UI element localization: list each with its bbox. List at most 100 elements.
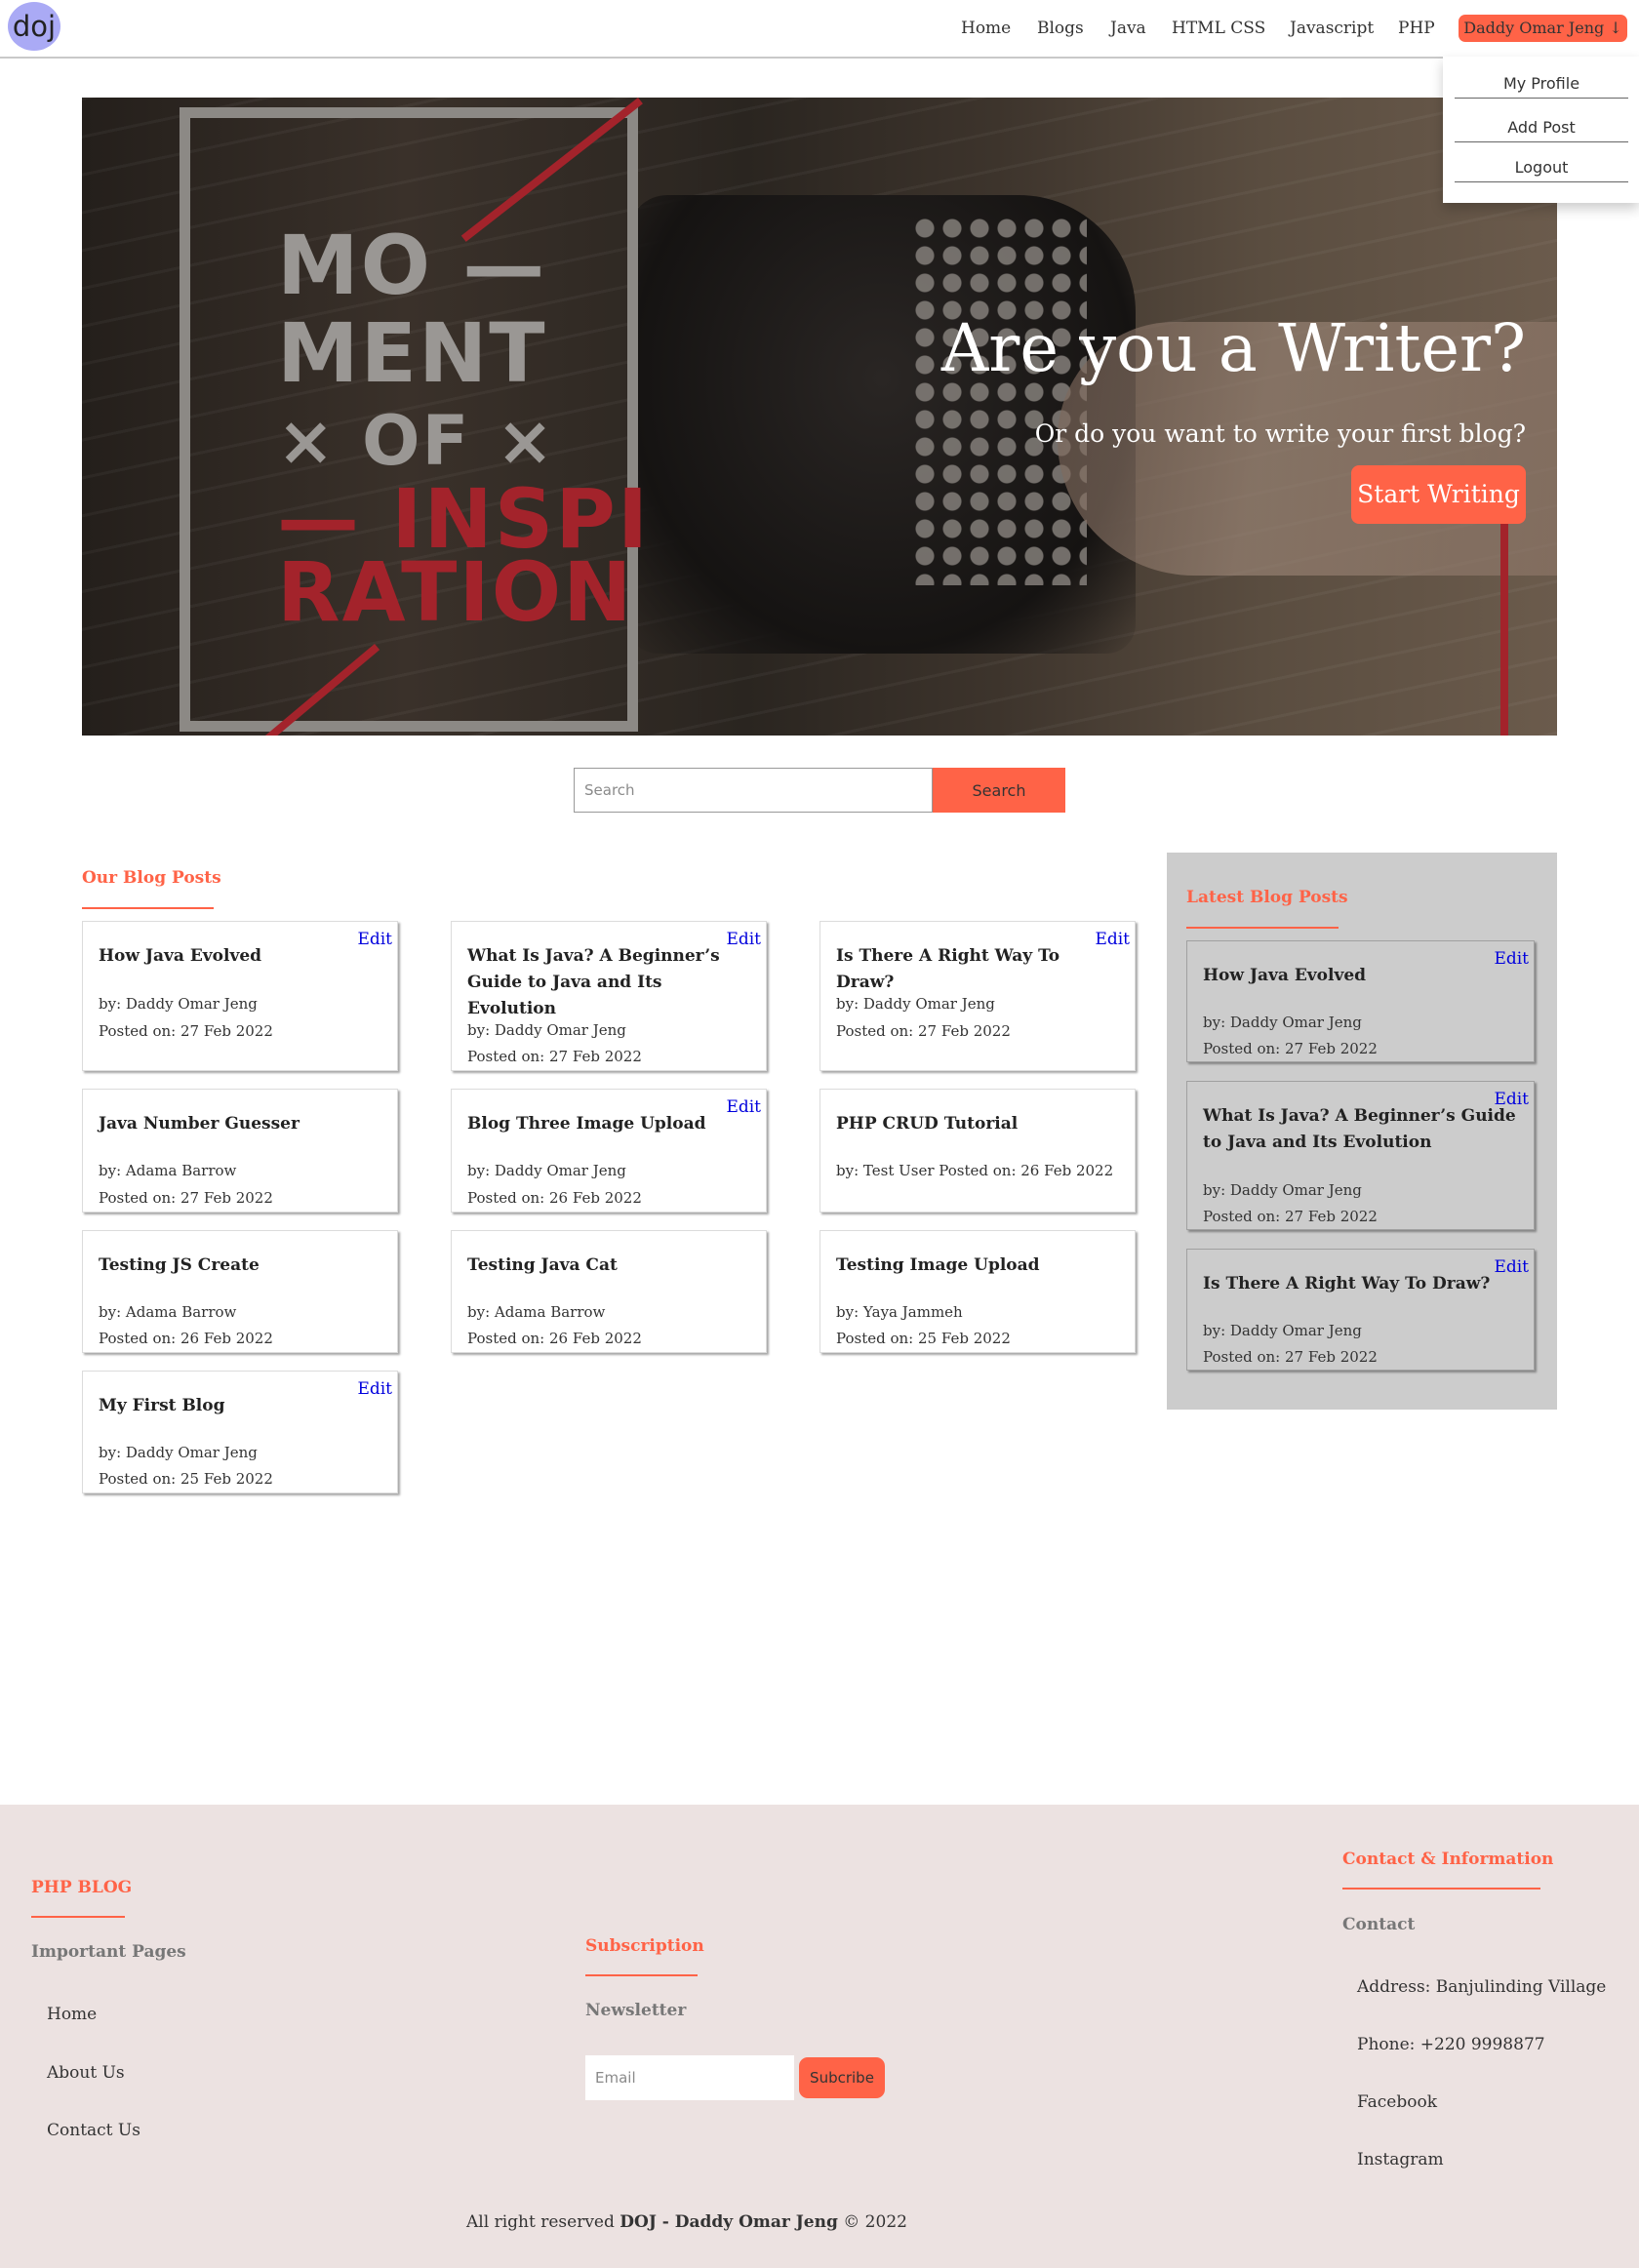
hero-banner: MO — MENT × OF × — INSPI RATION Are you … — [82, 98, 1557, 736]
blog-card[interactable]: Edit What Is Java? A Beginner’s Guide to… — [451, 921, 767, 1071]
blog-card-title[interactable]: Testing Java Cat — [467, 1253, 754, 1279]
nav-link-blogs[interactable]: Blogs — [1037, 16, 1084, 41]
subscription-heading: Subscription — [585, 1936, 704, 1956]
blog-card-title[interactable]: Blog Three Image Upload — [467, 1111, 754, 1137]
typewriter-keys — [911, 215, 1087, 585]
heading-underline — [1186, 927, 1339, 929]
blog-card[interactable]: Testing Java Cat by: Adama Barrow Posted… — [451, 1230, 767, 1353]
nav-link-html-css[interactable]: HTML CSS — [1172, 16, 1265, 41]
blog-card-title[interactable]: Testing Image Upload — [836, 1253, 1123, 1279]
user-dropdown-menu: My Profile Add Post Logout — [1443, 57, 1639, 203]
contact-facebook-link[interactable]: Facebook — [1357, 2092, 1437, 2112]
blog-card-date: Posted on: 26 Feb 2022 — [467, 1330, 642, 1347]
contact-address: Address: Banjulinding Village — [1357, 1977, 1607, 1997]
latest-posts-sidebar: Latest Blog Posts Edit How Java Evolved … — [1167, 853, 1557, 1410]
latest-post-card[interactable]: Edit What Is Java? A Beginner’s Guide to… — [1186, 1081, 1535, 1230]
blog-card-date: Posted on: 27 Feb 2022 — [99, 1189, 273, 1207]
important-pages-heading: Important Pages — [31, 1942, 186, 1962]
heading-underline — [31, 1916, 125, 1918]
nav-link-home[interactable]: Home — [961, 16, 1011, 41]
latest-post-author: by: Daddy Omar Jeng — [1203, 1181, 1362, 1199]
latest-post-title[interactable]: How Java Evolved — [1203, 963, 1522, 989]
latest-post-date: Posted on: 27 Feb 2022 — [1203, 1208, 1378, 1225]
blog-card-title[interactable]: Testing JS Create — [99, 1253, 385, 1279]
contact-phone: Phone: +220 9998877 — [1357, 2035, 1545, 2054]
latest-post-date: Posted on: 27 Feb 2022 — [1203, 1040, 1378, 1057]
blog-card-author: by: Daddy Omar Jeng — [467, 1162, 626, 1179]
footer-link-contact-us[interactable]: Contact Us — [47, 2121, 140, 2140]
blog-card-title[interactable]: Is There A Right Way To Draw? — [836, 943, 1123, 996]
blog-card[interactable]: Edit Blog Three Image Upload by: Daddy O… — [451, 1089, 767, 1213]
email-field[interactable] — [585, 2055, 794, 2100]
latest-post-card[interactable]: Edit Is There A Right Way To Draw? by: D… — [1186, 1249, 1535, 1371]
nav-link-javascript[interactable]: Javascript — [1290, 16, 1374, 41]
blog-card-date: Posted on: 25 Feb 2022 — [99, 1470, 273, 1488]
hero-image-text: × OF × — [277, 401, 556, 481]
contact-info-heading: Contact & Information — [1342, 1850, 1554, 1869]
copyright: All right reserved DOJ - Daddy Omar Jeng… — [0, 2212, 1374, 2232]
footer-link-home[interactable]: Home — [47, 2005, 97, 2024]
heading-underline — [1342, 1888, 1540, 1890]
search-input[interactable] — [574, 768, 933, 813]
latest-post-title[interactable]: Is There A Right Way To Draw? — [1203, 1271, 1522, 1297]
blog-card-author: by: Adama Barrow — [99, 1162, 237, 1179]
blog-card[interactable]: PHP CRUD Tutorial by: Test User Posted o… — [820, 1089, 1136, 1213]
contact-heading: Contact — [1342, 1915, 1416, 1934]
blog-card-author: by: Daddy Omar Jeng — [99, 995, 258, 1013]
blog-card-title[interactable]: My First Blog — [99, 1393, 385, 1419]
contact-instagram-link[interactable]: Instagram — [1357, 2150, 1444, 2169]
blog-card-title[interactable]: How Java Evolved — [99, 943, 385, 970]
blog-card[interactable]: Testing Image Upload by: Yaya Jammeh Pos… — [820, 1230, 1136, 1353]
blog-card-title[interactable]: Java Number Guesser — [99, 1111, 385, 1137]
start-writing-button[interactable]: Start Writing — [1351, 465, 1526, 524]
latest-post-card[interactable]: Edit How Java Evolved by: Daddy Omar Jen… — [1186, 940, 1535, 1062]
heading-underline — [82, 907, 214, 909]
user-menu-button[interactable]: Daddy Omar Jeng ↓ — [1459, 15, 1627, 42]
dropdown-my-profile[interactable]: My Profile — [1455, 74, 1628, 99]
top-navbar: doj Home Blogs Java HTML CSS Javascript … — [0, 0, 1639, 59]
subscribe-button[interactable]: Subcribe — [799, 2057, 885, 2098]
blog-card[interactable]: Edit How Java Evolved by: Daddy Omar Jen… — [82, 921, 398, 1071]
dropdown-logout[interactable]: Logout — [1455, 158, 1628, 182]
blog-card[interactable]: Edit Is There A Right Way To Draw? by: D… — [820, 921, 1136, 1071]
nav-link-java[interactable]: Java — [1110, 16, 1146, 41]
hero-title: Are you a Writer? — [940, 310, 1526, 386]
blog-card-author: by: Adama Barrow — [467, 1303, 606, 1321]
blog-card-date: Posted on: 26 Feb 2022 — [99, 1330, 273, 1347]
hero-subtitle: Or do you want to write your first blog? — [1034, 419, 1526, 448]
search-button[interactable]: Search — [933, 768, 1065, 813]
heading-underline — [585, 1974, 698, 1976]
blog-card-date: Posted on: 26 Feb 2022 — [467, 1189, 642, 1207]
logo[interactable]: doj — [8, 2, 60, 51]
blog-card-title[interactable]: What Is Java? A Beginner’s Guide to Java… — [467, 943, 754, 1022]
hero-image-text: MENT — [277, 305, 547, 401]
blog-card-author: by: Daddy Omar Jeng — [99, 1444, 258, 1461]
blog-card-author: by: Adama Barrow — [99, 1303, 237, 1321]
blog-card-author: by: Yaya Jammeh — [836, 1303, 963, 1321]
blog-card[interactable]: Java Number Guesser by: Adama Barrow Pos… — [82, 1089, 398, 1213]
dropdown-add-post[interactable]: Add Post — [1455, 118, 1628, 142]
latest-post-title[interactable]: What Is Java? A Beginner’s Guide to Java… — [1203, 1103, 1522, 1156]
blog-card-author: by: Test User Posted on: 26 Feb 2022 — [836, 1162, 1114, 1179]
nav-link-php[interactable]: PHP — [1398, 16, 1435, 41]
blog-card-date: Posted on: 27 Feb 2022 — [99, 1022, 273, 1040]
blog-card-date: Posted on: 27 Feb 2022 — [836, 1022, 1011, 1040]
footer-brand: PHP BLOG — [31, 1878, 133, 1897]
blog-card-author: by: Daddy Omar Jeng — [467, 1021, 626, 1039]
footer-link-about-us[interactable]: About Us — [47, 2063, 125, 2083]
hero-image-text: MO — — [277, 218, 547, 313]
blog-posts-heading: Our Blog Posts — [82, 868, 221, 888]
hero-red-line — [1500, 517, 1508, 736]
blog-card-author: by: Daddy Omar Jeng — [836, 995, 995, 1013]
latest-post-author: by: Daddy Omar Jeng — [1203, 1014, 1362, 1031]
hero-image-text: RATION — [277, 544, 634, 640]
copyright-suffix: © 2022 — [837, 2212, 907, 2232]
latest-posts-heading: Latest Blog Posts — [1186, 888, 1348, 907]
blog-card[interactable]: Edit My First Blog by: Daddy Omar Jeng P… — [82, 1371, 398, 1493]
blog-card-title[interactable]: PHP CRUD Tutorial — [836, 1111, 1123, 1137]
latest-post-author: by: Daddy Omar Jeng — [1203, 1322, 1362, 1339]
blog-card[interactable]: Testing JS Create by: Adama Barrow Poste… — [82, 1230, 398, 1353]
copyright-owner: DOJ - Daddy Omar Jeng — [620, 2212, 838, 2232]
copyright-prefix: All right reserved — [466, 2212, 620, 2232]
latest-post-date: Posted on: 27 Feb 2022 — [1203, 1348, 1378, 1366]
